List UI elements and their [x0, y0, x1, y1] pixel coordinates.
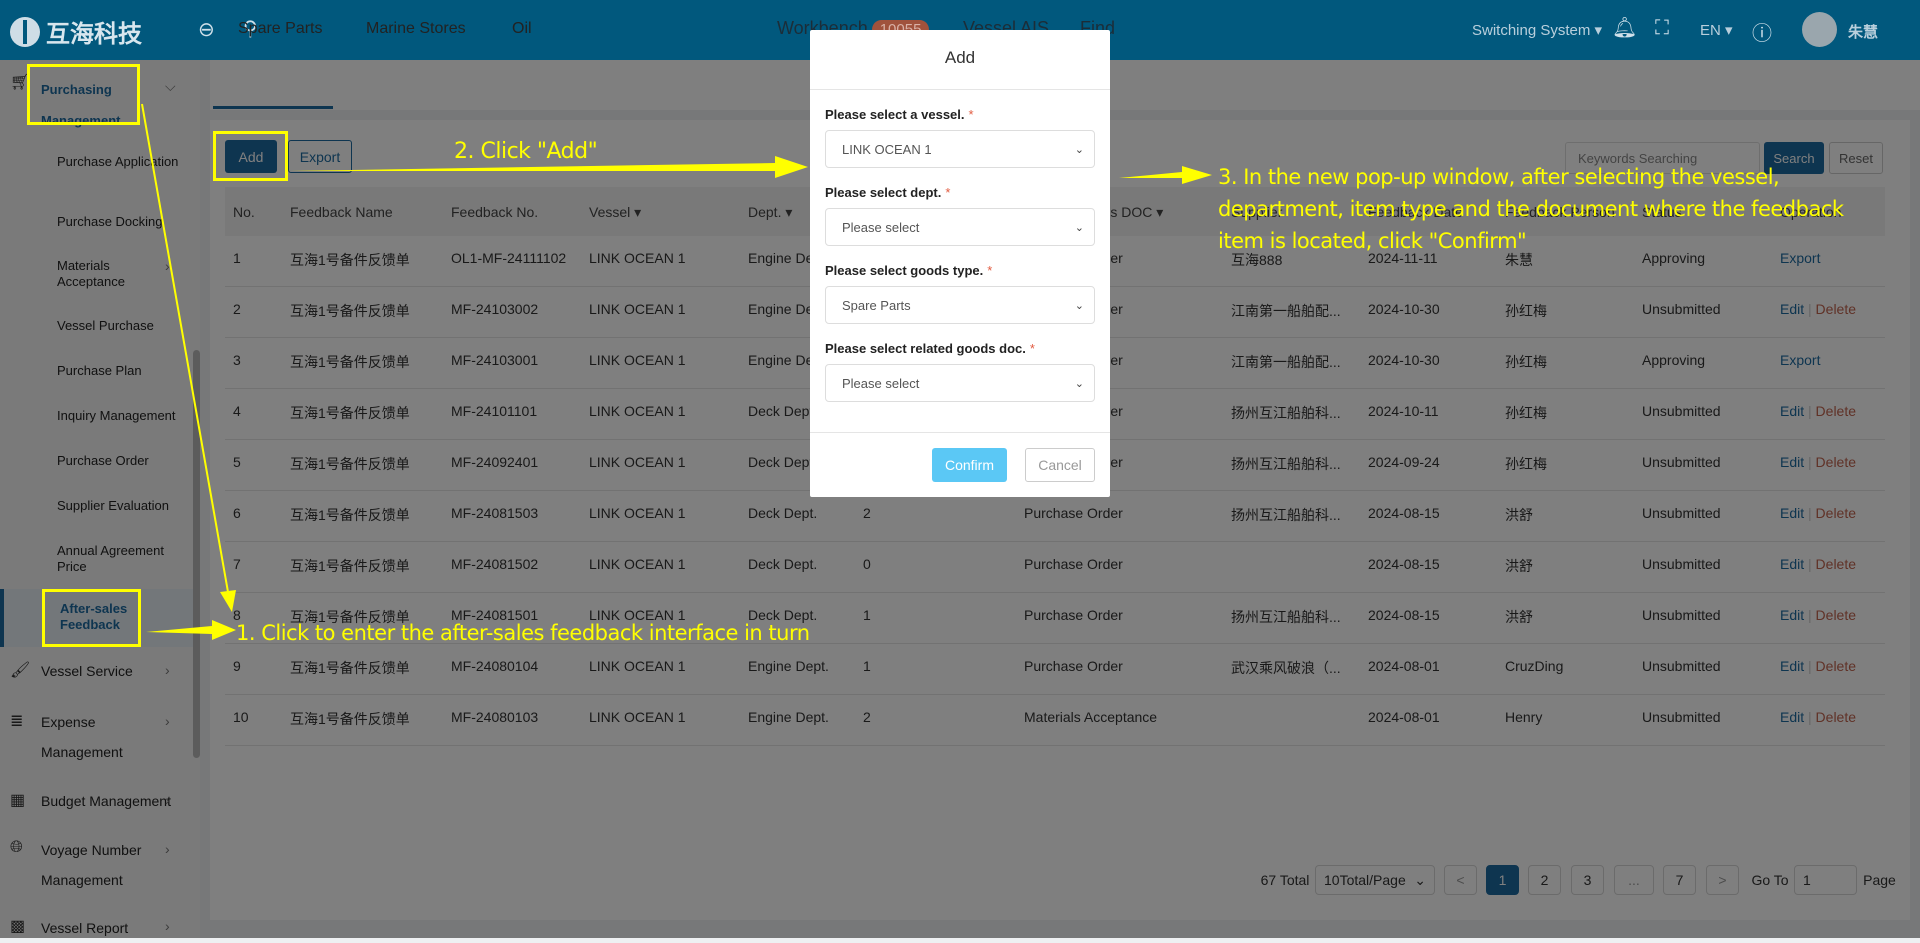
annotation-step2: 2. Click "Add"	[454, 139, 598, 164]
arrow-1b	[146, 620, 236, 640]
annotation-arrows	[141, 103, 1212, 640]
arrow-1-head	[220, 590, 236, 612]
annotation-step3: 3. In the new pop-up window, after selec…	[1218, 165, 1844, 253]
arrow-3	[1119, 166, 1212, 184]
arrow-1-line	[141, 103, 229, 593]
annotation-step1: 1. Click to enter the after-sales feedba…	[236, 621, 810, 645]
